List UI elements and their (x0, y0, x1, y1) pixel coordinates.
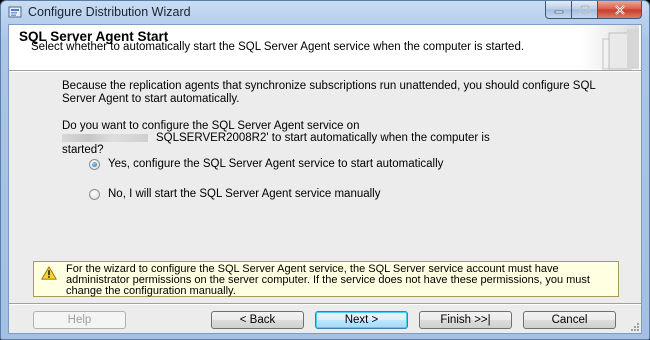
resize-grip-icon[interactable] (630, 322, 640, 332)
radio-label-manual[interactable]: No, I will start the SQL Server Agent se… (108, 188, 381, 200)
window-title: Configure Distribution Wizard (28, 5, 191, 19)
title-bar[interactable]: Configure Distribution Wizard (1, 1, 649, 23)
question-rest: ' to start automatically when the comput… (266, 132, 490, 144)
finish-button[interactable]: Finish >>| (419, 311, 512, 329)
wizard-window: Configure Distribution Wizard SQL Server… (0, 0, 650, 340)
minimize-icon (554, 10, 563, 13)
cancel-button[interactable]: Cancel (523, 311, 616, 329)
wizard-client-area: SQL Server Agent Start Select whether to… (8, 24, 642, 334)
page-subtitle: Select whether to automatically start th… (31, 41, 525, 53)
caption-buttons (545, 1, 642, 20)
server-name: SQLSERVER2008R2 (156, 132, 267, 144)
help-button[interactable]: Help (33, 311, 126, 329)
radio-label-auto[interactable]: Yes, configure the SQL Server Agent serv… (108, 158, 443, 170)
warning-text: For the wizard to configure the SQL Serv… (66, 263, 590, 297)
warning-icon (41, 266, 57, 280)
wizard-app-icon (8, 6, 22, 18)
radio-button-manual[interactable] (89, 188, 100, 200)
button-separator (9, 303, 641, 305)
radio-option-manual[interactable]: No, I will start the SQL Server Agent se… (89, 188, 381, 200)
maximize-button[interactable] (572, 1, 598, 19)
close-button[interactable] (598, 1, 642, 19)
radio-button-auto[interactable] (89, 158, 100, 170)
intro-text: Because the replication agents that sync… (62, 80, 596, 105)
close-icon (614, 4, 625, 15)
wizard-banner-graphic (571, 25, 641, 70)
minimize-button[interactable] (545, 1, 572, 19)
warning-box: For the wizard to configure the SQL Serv… (33, 261, 619, 297)
back-button[interactable]: < Back (211, 311, 304, 329)
question-line-3: started? (62, 144, 104, 156)
next-button[interactable]: Next > (315, 311, 408, 329)
radio-option-auto[interactable]: Yes, configure the SQL Server Agent serv… (89, 158, 443, 170)
maximize-icon (579, 5, 590, 14)
wizard-header: SQL Server Agent Start Select whether to… (9, 25, 641, 71)
server-name-redacted (62, 133, 148, 142)
